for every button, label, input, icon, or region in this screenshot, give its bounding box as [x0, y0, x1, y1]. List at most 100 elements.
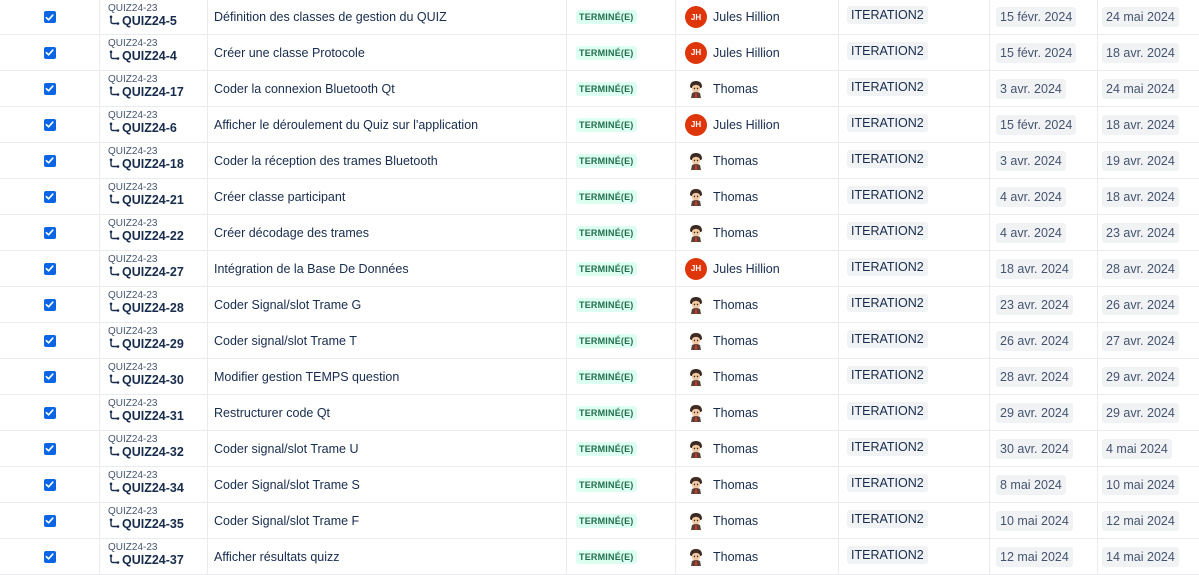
status-lozenge[interactable]: TERMINÉ(E)	[576, 225, 637, 240]
parent-key-link[interactable]: QUIZ24-23	[108, 290, 157, 301]
summary-cell[interactable]: Afficher le déroulement du Quiz sur l'ap…	[208, 107, 566, 142]
assignee-cell[interactable]: Thomas	[676, 143, 838, 178]
summary-cell[interactable]: Modifier gestion TEMPS question	[208, 359, 566, 394]
sprint-cell[interactable]: ITERATION2	[839, 251, 989, 286]
sprint-tag[interactable]: ITERATION2	[847, 365, 928, 384]
assignee-cell[interactable]: Thomas	[676, 359, 838, 394]
start-date-cell[interactable]: 15 févr. 2024	[990, 35, 1097, 70]
sprint-tag[interactable]: ITERATION2	[847, 113, 928, 132]
start-date-cell[interactable]: 3 avr. 2024	[990, 143, 1097, 178]
row-checkbox[interactable]	[43, 11, 56, 23]
start-date-cell[interactable]: 4 avr. 2024	[990, 215, 1097, 250]
assignee-cell[interactable]: Thomas	[676, 395, 838, 430]
start-date-cell[interactable]: 3 avr. 2024	[990, 71, 1097, 106]
start-date-cell[interactable]: 29 avr. 2024	[990, 395, 1097, 430]
sprint-cell[interactable]: ITERATION2	[839, 323, 989, 358]
parent-key-link[interactable]: QUIZ24-23	[108, 3, 157, 14]
issue-key-link[interactable]: QUIZ24-5	[108, 14, 177, 28]
summary-cell[interactable]: Définition des classes de gestion du QUI…	[208, 0, 566, 34]
sprint-tag[interactable]: ITERATION2	[847, 221, 928, 240]
due-date-cell[interactable]: 29 avr. 2024	[1098, 359, 1199, 394]
start-date-cell[interactable]: 10 mai 2024	[990, 503, 1097, 538]
table-row[interactable]: QUIZ24-23 QUIZ24-34 Coder Signal/slot Tr…	[0, 467, 1199, 503]
sprint-cell[interactable]: ITERATION2	[839, 359, 989, 394]
due-date-cell[interactable]: 27 avr. 2024	[1098, 323, 1199, 358]
status-cell[interactable]: TERMINÉ(E)	[567, 143, 675, 178]
issue-key-link[interactable]: QUIZ24-29	[108, 337, 184, 351]
start-date-cell[interactable]: 12 mai 2024	[990, 539, 1097, 574]
table-row[interactable]: QUIZ24-23 QUIZ24-6 Afficher le dérouleme…	[0, 107, 1199, 143]
table-row[interactable]: QUIZ24-23 QUIZ24-5 Définition des classe…	[0, 0, 1199, 35]
status-cell[interactable]: TERMINÉ(E)	[567, 215, 675, 250]
parent-key-link[interactable]: QUIZ24-23	[108, 542, 157, 553]
assignee-cell[interactable]: Thomas	[676, 539, 838, 574]
row-checkbox[interactable]	[43, 442, 56, 455]
assignee-cell[interactable]: Thomas	[676, 503, 838, 538]
assignee-cell[interactable]: JH Jules Hillion	[676, 251, 838, 286]
summary-cell[interactable]: Restructurer code Qt	[208, 395, 566, 430]
issue-key-link[interactable]: QUIZ24-34	[108, 481, 184, 495]
start-date-cell[interactable]: 23 avr. 2024	[990, 287, 1097, 322]
sprint-cell[interactable]: ITERATION2	[839, 467, 989, 502]
start-date-cell[interactable]: 4 avr. 2024	[990, 179, 1097, 214]
parent-key-link[interactable]: QUIZ24-23	[108, 506, 157, 517]
start-date-cell[interactable]: 8 mai 2024	[990, 467, 1097, 502]
summary-cell[interactable]: Intégration de la Base De Données	[208, 251, 566, 286]
summary-cell[interactable]: Coder Signal/slot Trame S	[208, 467, 566, 502]
status-lozenge[interactable]: TERMINÉ(E)	[576, 405, 637, 420]
status-lozenge[interactable]: TERMINÉ(E)	[576, 297, 637, 312]
summary-cell[interactable]: Créer décodage des trames	[208, 215, 566, 250]
issue-key-link[interactable]: QUIZ24-4	[108, 49, 177, 63]
row-checkbox[interactable]	[43, 298, 56, 311]
summary-cell[interactable]: Coder la connexion Bluetooth Qt	[208, 71, 566, 106]
assignee-cell[interactable]: JH Jules Hillion	[676, 107, 838, 142]
status-cell[interactable]: TERMINÉ(E)	[567, 287, 675, 322]
row-checkbox[interactable]	[43, 262, 56, 275]
due-date-cell[interactable]: 12 mai 2024	[1098, 503, 1199, 538]
status-lozenge[interactable]: TERMINÉ(E)	[576, 153, 637, 168]
table-row[interactable]: QUIZ24-23 QUIZ24-30 Modifier gestion TEM…	[0, 359, 1199, 395]
start-date-cell[interactable]: 15 févr. 2024	[990, 107, 1097, 142]
row-checkbox[interactable]	[43, 514, 56, 527]
row-checkbox[interactable]	[43, 550, 56, 563]
sprint-tag[interactable]: ITERATION2	[847, 77, 928, 96]
table-row[interactable]: QUIZ24-23 QUIZ24-31 Restructurer code Qt…	[0, 395, 1199, 431]
sprint-tag[interactable]: ITERATION2	[847, 6, 928, 24]
sprint-tag[interactable]: ITERATION2	[847, 437, 928, 456]
row-checkbox[interactable]	[43, 334, 56, 347]
sprint-tag[interactable]: ITERATION2	[847, 293, 928, 312]
issue-key-link[interactable]: QUIZ24-17	[108, 85, 184, 99]
sprint-cell[interactable]: ITERATION2	[839, 287, 989, 322]
due-date-cell[interactable]: 10 mai 2024	[1098, 467, 1199, 502]
parent-key-link[interactable]: QUIZ24-23	[108, 398, 157, 409]
summary-cell[interactable]: Créer classe participant	[208, 179, 566, 214]
summary-cell[interactable]: Coder signal/slot Trame T	[208, 323, 566, 358]
status-cell[interactable]: TERMINÉ(E)	[567, 71, 675, 106]
status-cell[interactable]: TERMINÉ(E)	[567, 503, 675, 538]
issue-key-link[interactable]: QUIZ24-37	[108, 553, 184, 567]
sprint-tag[interactable]: ITERATION2	[847, 473, 928, 492]
summary-cell[interactable]: Coder signal/slot Trame U	[208, 431, 566, 466]
parent-key-link[interactable]: QUIZ24-23	[108, 218, 157, 229]
table-row[interactable]: QUIZ24-23 QUIZ24-17 Coder la connexion B…	[0, 71, 1199, 107]
issue-key-link[interactable]: QUIZ24-27	[108, 265, 184, 279]
status-lozenge[interactable]: TERMINÉ(E)	[576, 441, 637, 456]
table-row[interactable]: QUIZ24-23 QUIZ24-32 Coder signal/slot Tr…	[0, 431, 1199, 467]
assignee-cell[interactable]: Thomas	[676, 431, 838, 466]
issue-key-link[interactable]: QUIZ24-28	[108, 301, 184, 315]
sprint-tag[interactable]: ITERATION2	[847, 185, 928, 204]
status-lozenge[interactable]: TERMINÉ(E)	[576, 261, 637, 276]
status-lozenge[interactable]: TERMINÉ(E)	[576, 81, 637, 96]
due-date-cell[interactable]: 24 mai 2024	[1098, 0, 1199, 34]
issue-key-link[interactable]: QUIZ24-22	[108, 229, 184, 243]
sprint-cell[interactable]: ITERATION2	[839, 0, 989, 34]
row-checkbox[interactable]	[43, 46, 56, 59]
sprint-cell[interactable]: ITERATION2	[839, 395, 989, 430]
parent-key-link[interactable]: QUIZ24-23	[108, 254, 157, 265]
assignee-cell[interactable]: Thomas	[676, 323, 838, 358]
status-lozenge[interactable]: TERMINÉ(E)	[576, 549, 637, 564]
sprint-cell[interactable]: ITERATION2	[839, 71, 989, 106]
row-checkbox[interactable]	[43, 478, 56, 491]
status-lozenge[interactable]: TERMINÉ(E)	[576, 117, 637, 132]
parent-key-link[interactable]: QUIZ24-23	[108, 326, 157, 337]
